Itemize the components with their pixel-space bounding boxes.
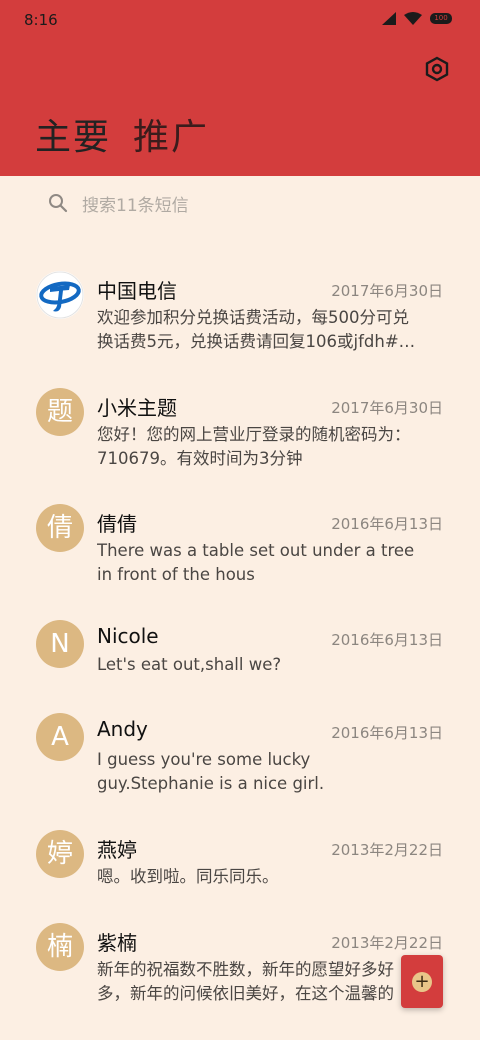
avatar: 楠	[36, 923, 84, 971]
message-date: 2017年6月30日	[331, 282, 443, 300]
sender-name: 中国电信	[97, 279, 177, 303]
message-preview: There was a table set out under a tree i…	[97, 541, 415, 584]
avatar: 倩	[36, 504, 84, 552]
sender-name: Andy	[97, 717, 148, 741]
sender-name: 燕婷	[97, 838, 137, 862]
message-date: 2016年6月13日	[331, 631, 443, 649]
plus-icon: +	[412, 971, 432, 992]
avatar: 题	[36, 388, 84, 436]
message-date: 2016年6月13日	[331, 724, 443, 742]
app-header: 8:16 100 主要 推广	[0, 0, 480, 176]
avatar	[36, 271, 84, 319]
china-telecom-logo-icon	[36, 271, 84, 319]
message-preview: 新年的祝福数不胜数，新年的愿望好多好 多，新年的问候依旧美好，在这个温馨的	[97, 960, 394, 1003]
search-icon	[49, 194, 68, 213]
search-placeholder: 搜索11条短信	[82, 195, 189, 216]
settings-button[interactable]	[420, 52, 454, 86]
message-date: 2013年2月22日	[331, 841, 443, 859]
message-date: 2017年6月30日	[331, 399, 443, 417]
status-bar: 8:16 100	[0, 0, 480, 40]
compose-button[interactable]: +	[401, 955, 443, 1008]
avatar: A	[36, 713, 84, 761]
status-time: 8:16	[24, 11, 58, 29]
wifi-icon	[404, 12, 422, 25]
message-preview: Let's eat out,shall we?	[97, 655, 282, 674]
message-preview: 欢迎参加积分兑换话费活动，每500分可兑 换话费5元，兑换话费请回复106或jf…	[97, 308, 416, 351]
tab-bar: 主要 推广	[35, 108, 209, 160]
tab-primary[interactable]: 主要	[35, 108, 111, 160]
message-preview: 嗯。收到啦。同乐同乐。	[97, 867, 279, 886]
sender-name: 紫楠	[97, 931, 137, 955]
battery-icon: 100	[430, 13, 452, 24]
settings-hexagon-icon	[425, 56, 449, 82]
signal-icon	[382, 12, 396, 25]
sender-name: 倩倩	[97, 512, 137, 536]
message-date: 2016年6月13日	[331, 515, 443, 533]
message-preview: I guess you're some lucky guy.Stephanie …	[97, 750, 325, 793]
sender-name: Nicole	[97, 624, 159, 648]
status-icons: 100	[382, 12, 452, 25]
avatar: N	[36, 620, 84, 668]
sender-name: 小米主题	[97, 396, 177, 420]
avatar: 婷	[36, 830, 84, 878]
search-bar[interactable]: 搜索11条短信	[48, 188, 448, 218]
message-preview: 您好！您的网上营业厅登录的随机密码为： 710679。有效时间为3分钟	[97, 425, 411, 468]
tab-promotions[interactable]: 推广	[133, 108, 209, 160]
message-date: 2013年2月22日	[331, 934, 443, 952]
